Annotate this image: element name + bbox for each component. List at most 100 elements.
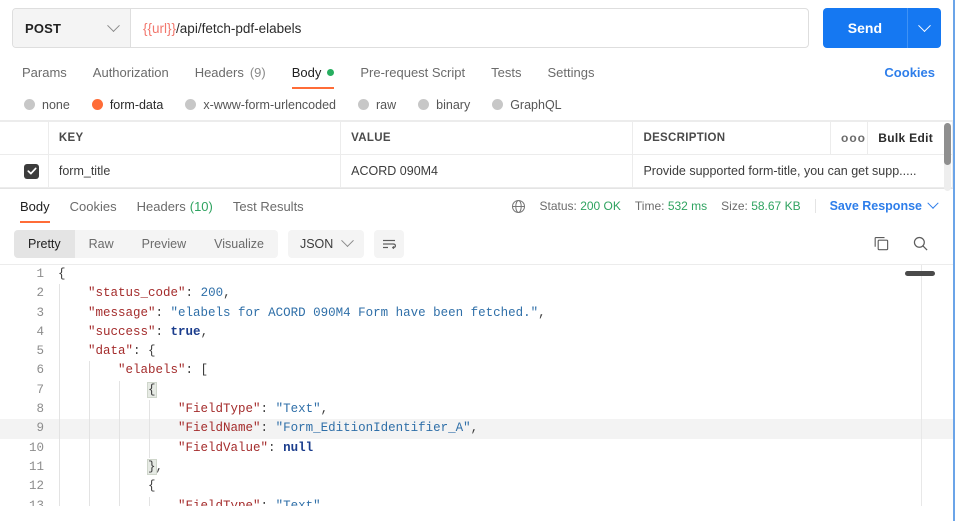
- http-method-select[interactable]: POST: [13, 9, 131, 47]
- response-tab-headers[interactable]: Headers (10): [127, 189, 223, 223]
- tab-authorization[interactable]: Authorization: [80, 56, 182, 89]
- response-tab-body[interactable]: Body: [12, 189, 60, 223]
- code-scrollbar-track[interactable]: [921, 265, 922, 506]
- line-number: 9: [36, 421, 44, 436]
- body-type-graphql[interactable]: GraphQL: [492, 98, 562, 112]
- size-value: 58.67 KB: [751, 199, 801, 213]
- body-type-label: raw: [376, 97, 397, 112]
- method-url-group: POST {{url}}/api/fetch-pdf-elabels: [12, 8, 809, 48]
- chevron-down-icon: [927, 197, 939, 209]
- code-text: "FieldType": "Text",: [58, 496, 329, 506]
- line-number: 4: [36, 324, 44, 339]
- tab-count: (10): [189, 198, 213, 214]
- body-type-label: binary: [436, 97, 471, 112]
- copy-button[interactable]: [873, 235, 890, 252]
- response-meta: Status: 200 OK Time: 532 ms Size: 58.67 …: [511, 197, 942, 214]
- indent-guide: [119, 380, 120, 401]
- response-tabs: Body Cookies Headers (10) Test Results S…: [0, 189, 953, 223]
- indent-guide: [59, 380, 60, 401]
- code-text: "FieldValue": null: [58, 438, 313, 458]
- code-text: "FieldType": "Text",: [58, 400, 328, 420]
- view-mode-visualize[interactable]: Visualize: [200, 230, 278, 258]
- search-button[interactable]: [912, 235, 929, 252]
- scrollbar-thumb[interactable]: [944, 123, 951, 165]
- response-tab-test-results[interactable]: Test Results: [223, 189, 314, 223]
- form-data-scrollbar[interactable]: [944, 123, 951, 191]
- save-response-label: Save Response: [829, 199, 922, 213]
- tab-params[interactable]: Params: [12, 56, 80, 89]
- line-number: 12: [28, 479, 44, 494]
- body-type-none[interactable]: none: [24, 98, 70, 112]
- indent-guide: [59, 400, 60, 420]
- copy-icon: [874, 236, 889, 251]
- code-text: {: [58, 477, 156, 497]
- row-checkbox[interactable]: [24, 163, 39, 179]
- token: {: [147, 381, 157, 398]
- line-number: 13: [28, 498, 44, 506]
- tab-tests[interactable]: Tests: [478, 56, 534, 89]
- indent-guide: [89, 438, 90, 458]
- code-text: "success": true,: [58, 322, 209, 343]
- line-number: 3: [36, 305, 44, 320]
- code-line: 13 "FieldType": "Text",: [0, 496, 953, 506]
- tab-headers[interactable]: Headers (9): [182, 56, 279, 89]
- response-body-viewer[interactable]: 1{2 "status_code": 200, 3 "message": "ela…: [0, 265, 953, 506]
- line-number: 11: [28, 459, 44, 474]
- response-format-select[interactable]: JSON: [287, 229, 365, 258]
- response-tab-cookies[interactable]: Cookies: [60, 189, 127, 223]
- view-mode-pretty[interactable]: Pretty: [14, 229, 75, 258]
- token: ,: [200, 324, 209, 339]
- send-button[interactable]: Send: [823, 8, 907, 48]
- indent-guide: [149, 438, 150, 458]
- table-header-row: KEY VALUE DESCRIPTION ooo Bulk Edit: [0, 121, 953, 155]
- code-line: 8 "FieldType": "Text",: [0, 400, 953, 420]
- send-options-button[interactable]: [907, 8, 941, 48]
- body-type-x-www-form-urlencoded[interactable]: x-www-form-urlencoded: [185, 98, 336, 112]
- globe-icon: [511, 199, 526, 214]
- chevron-down-icon: [107, 18, 120, 32]
- tab-count: (9): [249, 65, 266, 80]
- tab-body[interactable]: Body: [279, 56, 348, 89]
- word-wrap-icon: [383, 239, 397, 249]
- url-input[interactable]: {{url}}/api/fetch-pdf-elabels: [131, 9, 808, 47]
- body-type-form-data[interactable]: form-data: [91, 98, 163, 112]
- code-text: "elabels": [: [58, 361, 208, 381]
- save-response-button[interactable]: Save Response: [814, 197, 939, 213]
- status-group: Status: 200 OK: [540, 199, 621, 213]
- header-value: VALUE: [340, 121, 634, 155]
- body-type-raw[interactable]: raw: [358, 98, 396, 112]
- tab-pre-request-script[interactable]: Pre-request Script: [347, 56, 478, 89]
- send-group: Send: [822, 8, 941, 48]
- row-description-cell[interactable]: Provide supported form-title, you can ge…: [632, 154, 953, 188]
- token: {: [58, 267, 66, 281]
- bulk-edit-button[interactable]: Bulk Edit: [867, 121, 953, 155]
- token: "FieldType": [178, 498, 261, 506]
- indent-guide: [149, 419, 150, 439]
- code-line: 12 {: [0, 477, 953, 497]
- view-mode-preview[interactable]: Preview: [128, 230, 200, 258]
- more-options-button[interactable]: ooo: [830, 121, 869, 155]
- cookies-link[interactable]: Cookies: [884, 56, 941, 89]
- body-type-binary[interactable]: binary: [418, 98, 470, 112]
- time-value: 532 ms: [667, 199, 708, 213]
- url-path: /api/fetch-pdf-elabels: [176, 20, 302, 36]
- tab-settings[interactable]: Settings: [534, 56, 607, 89]
- row-value-cell[interactable]: ACORD 090M4: [340, 154, 634, 188]
- request-tabs: Params Authorization Headers (9) Body Pr…: [0, 56, 953, 89]
- code-scrollbar-thumb[interactable]: [905, 271, 935, 276]
- chevron-down-icon: [918, 18, 931, 32]
- token: ,: [320, 498, 329, 506]
- row-key-cell[interactable]: form_title: [48, 154, 342, 188]
- line-number: 6: [36, 363, 44, 378]
- view-mode-raw[interactable]: Raw: [75, 230, 128, 258]
- view-mode-group: Pretty Raw Preview Visualize: [14, 229, 278, 258]
- token: :: [185, 286, 201, 301]
- token: ,: [223, 286, 231, 301]
- token: "elabels": [118, 363, 186, 378]
- word-wrap-button[interactable]: [374, 229, 405, 258]
- form-data-table: KEY VALUE DESCRIPTION ooo Bulk Edit form…: [0, 121, 953, 188]
- token: "Text": [275, 498, 321, 506]
- size-group: Size: 58.67 KB: [721, 199, 800, 213]
- status-value: 200 OK: [580, 199, 621, 213]
- code-text: "data": {: [58, 342, 156, 362]
